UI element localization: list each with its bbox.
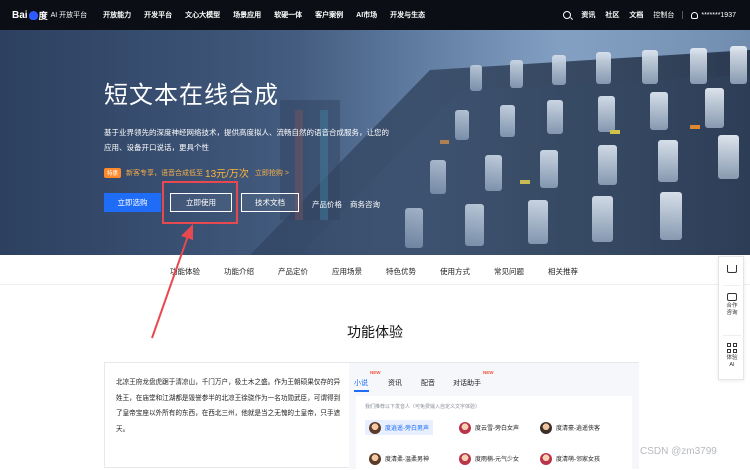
user-icon[interactable] — [691, 11, 699, 19]
cooperate-label: 合作咨询 — [726, 303, 738, 316]
experience-label: 体验AI — [726, 355, 738, 368]
search-icon[interactable] — [563, 11, 572, 19]
voice-name: 度清柔-温柔男神 — [385, 457, 429, 463]
voice-tab-news[interactable]: 资讯 — [388, 378, 402, 388]
nav-username[interactable]: *******1937 — [701, 12, 736, 19]
cooperate-consult-button[interactable]: 合作咨询 — [719, 293, 745, 317]
voice-tab-dialogue[interactable]: 对话助手 — [453, 378, 481, 388]
apps-grid-icon — [727, 343, 737, 353]
nav-item-cases[interactable]: 客户案例 — [315, 10, 343, 20]
cart-button[interactable] — [719, 265, 745, 273]
demo-panel: 北凉王府龙盘虎踞于清凉山，千门万户，极土木之盛。作为王朝硕果仅存的异姓王，在庙堂… — [104, 362, 639, 470]
avatar — [540, 452, 552, 465]
promo-text: 新客专享，语音合成低至 — [126, 169, 204, 177]
tab-related[interactable]: 相关推荐 — [548, 266, 578, 277]
nav-item-hardware[interactable]: 软硬一体 — [274, 10, 302, 20]
voice-hint: 我们推荐以下发音人（可免费输入自定义文字体验） — [365, 404, 481, 410]
tab-feature-demo[interactable]: 功能体验 — [170, 266, 200, 277]
tab-faq[interactable]: 常见问题 — [494, 266, 524, 277]
experience-ai-button[interactable]: 体验AI — [719, 343, 745, 369]
sample-text-input[interactable]: 北凉王府龙盘虎踞于清凉山，千门万户，极土木之盛。作为王朝硕果仅存的异姓王，在庙堂… — [116, 375, 342, 437]
hero-banner: 短文本在线合成 基于业界领先的深度神经网络技术，提供高度拟人、流畅自然的语音合成… — [0, 30, 750, 255]
promo-buy-link[interactable]: 立即抢购 > — [255, 168, 289, 178]
promo-banner: 特惠 新客专享，语音合成低至 13元/万次 立即抢购 > — [104, 165, 289, 180]
voice-option[interactable]: 度清豪-逍遥侠客 — [536, 420, 600, 435]
new-tag: NEW — [483, 370, 494, 375]
nav-item-capabilities[interactable]: 开放能力 — [103, 10, 131, 20]
avatar — [369, 452, 381, 465]
watermark: CSDN @zm3799 — [640, 446, 717, 457]
voice-option[interactable]: 度清萌-邻家女孩 — [536, 451, 600, 466]
tech-docs-button[interactable]: 技术文档 — [241, 193, 299, 212]
annotation-highlight-box — [162, 181, 238, 224]
nav-community[interactable]: 社区 — [605, 10, 619, 20]
top-navbar: Bai 度 AI 开放平台 开放能力 开发平台 文心大模型 场景应用 软硬一体 … — [0, 0, 750, 30]
avatar — [369, 421, 381, 434]
cart-icon — [727, 265, 737, 273]
section-tabbar: 功能体验 功能介绍 产品定价 应用场景 特色优势 使用方式 常见问题 相关推荐 — [0, 255, 750, 285]
voice-name: 度清萌-邻家女孩 — [556, 457, 600, 463]
tab-scenarios[interactable]: 应用场景 — [332, 266, 362, 277]
avatar — [459, 452, 471, 465]
chat-icon — [727, 293, 737, 301]
avatar — [540, 421, 552, 434]
voice-tab-novel[interactable]: 小说 — [354, 378, 368, 388]
voice-option[interactable]: 度云雪-旁白女声 — [455, 420, 519, 435]
floating-toolbar: 合作咨询 体验AI — [718, 256, 744, 380]
main-nav: 开放能力 开发平台 文心大模型 场景应用 软硬一体 客户案例 AI市场 开发与生… — [103, 10, 438, 20]
section-title: 功能体验 — [347, 324, 403, 340]
voice-name: 度逍遥-旁白男声 — [385, 426, 429, 432]
voice-name: 度云雪-旁白女声 — [475, 426, 519, 432]
promo-price: 13元/万次 — [205, 169, 249, 180]
voice-option[interactable]: 度雨楠-元气少女 — [455, 451, 519, 466]
tab-feature-intro[interactable]: 功能介绍 — [224, 266, 254, 277]
nav-console[interactable]: 控制台 — [653, 10, 674, 20]
product-price-link[interactable]: 产品价格 — [312, 199, 342, 210]
logo-du: 度 — [38, 10, 48, 21]
logo-platform-name: AI 开放平台 — [50, 12, 88, 19]
nav-item-ecosystem[interactable]: 开发与生态 — [390, 10, 425, 20]
nav-support[interactable]: 资讯 — [581, 10, 595, 20]
nav-item-wenxin[interactable]: 文心大模型 — [185, 10, 220, 20]
new-tag: NEW — [370, 370, 381, 375]
business-consult-link[interactable]: 商务咨询 — [350, 199, 380, 210]
nav-item-ai-market[interactable]: AI市场 — [356, 10, 377, 20]
voice-name: 度清豪-逍遥侠客 — [556, 426, 600, 432]
voice-option[interactable]: 度清柔-温柔男神 — [365, 451, 429, 466]
tab-advantages[interactable]: 特色优势 — [386, 266, 416, 277]
nav-docs[interactable]: 文档 — [629, 10, 643, 20]
divider — [723, 335, 741, 336]
nav-item-scenarios[interactable]: 场景应用 — [233, 10, 261, 20]
logo-text: Bai — [12, 9, 28, 21]
voice-option[interactable]: 度逍遥-旁白男声 — [365, 420, 433, 435]
buy-now-button[interactable]: 立即选购 — [104, 193, 161, 212]
avatar — [459, 421, 471, 434]
hero-description: 基于业界领先的深度神经网络技术，提供高度拟人、流畅自然的语音合成服务，让您的应用… — [104, 128, 389, 152]
divider — [723, 285, 741, 286]
tab-pricing[interactable]: 产品定价 — [278, 266, 308, 277]
nav-item-dev-platform[interactable]: 开发平台 — [144, 10, 172, 20]
active-tab-indicator — [354, 390, 369, 392]
promo-badge: 特惠 — [104, 167, 122, 178]
voice-list: 我们推荐以下发音人（可免费输入自定义文字体验） 度逍遥-旁白男声 度云雪-旁白女… — [356, 396, 632, 470]
nav-divider — [682, 11, 684, 19]
baidu-ai-logo[interactable]: Bai 度 AI 开放平台 — [12, 9, 87, 22]
page-title: 短文本在线合成 — [104, 82, 279, 109]
voice-name: 度雨楠-元气少女 — [475, 457, 519, 463]
voice-selector: NEW 小说 资讯 配音 NEW 对话助手 我们推荐以下发音人（可免费输入自定义… — [349, 363, 639, 470]
tab-usage[interactable]: 使用方式 — [440, 266, 470, 277]
paw-icon — [28, 10, 38, 20]
voice-tab-dubbing[interactable]: 配音 — [421, 378, 435, 388]
nav-right: 资讯 社区 文档 控制台 *******1937 — [553, 10, 736, 20]
